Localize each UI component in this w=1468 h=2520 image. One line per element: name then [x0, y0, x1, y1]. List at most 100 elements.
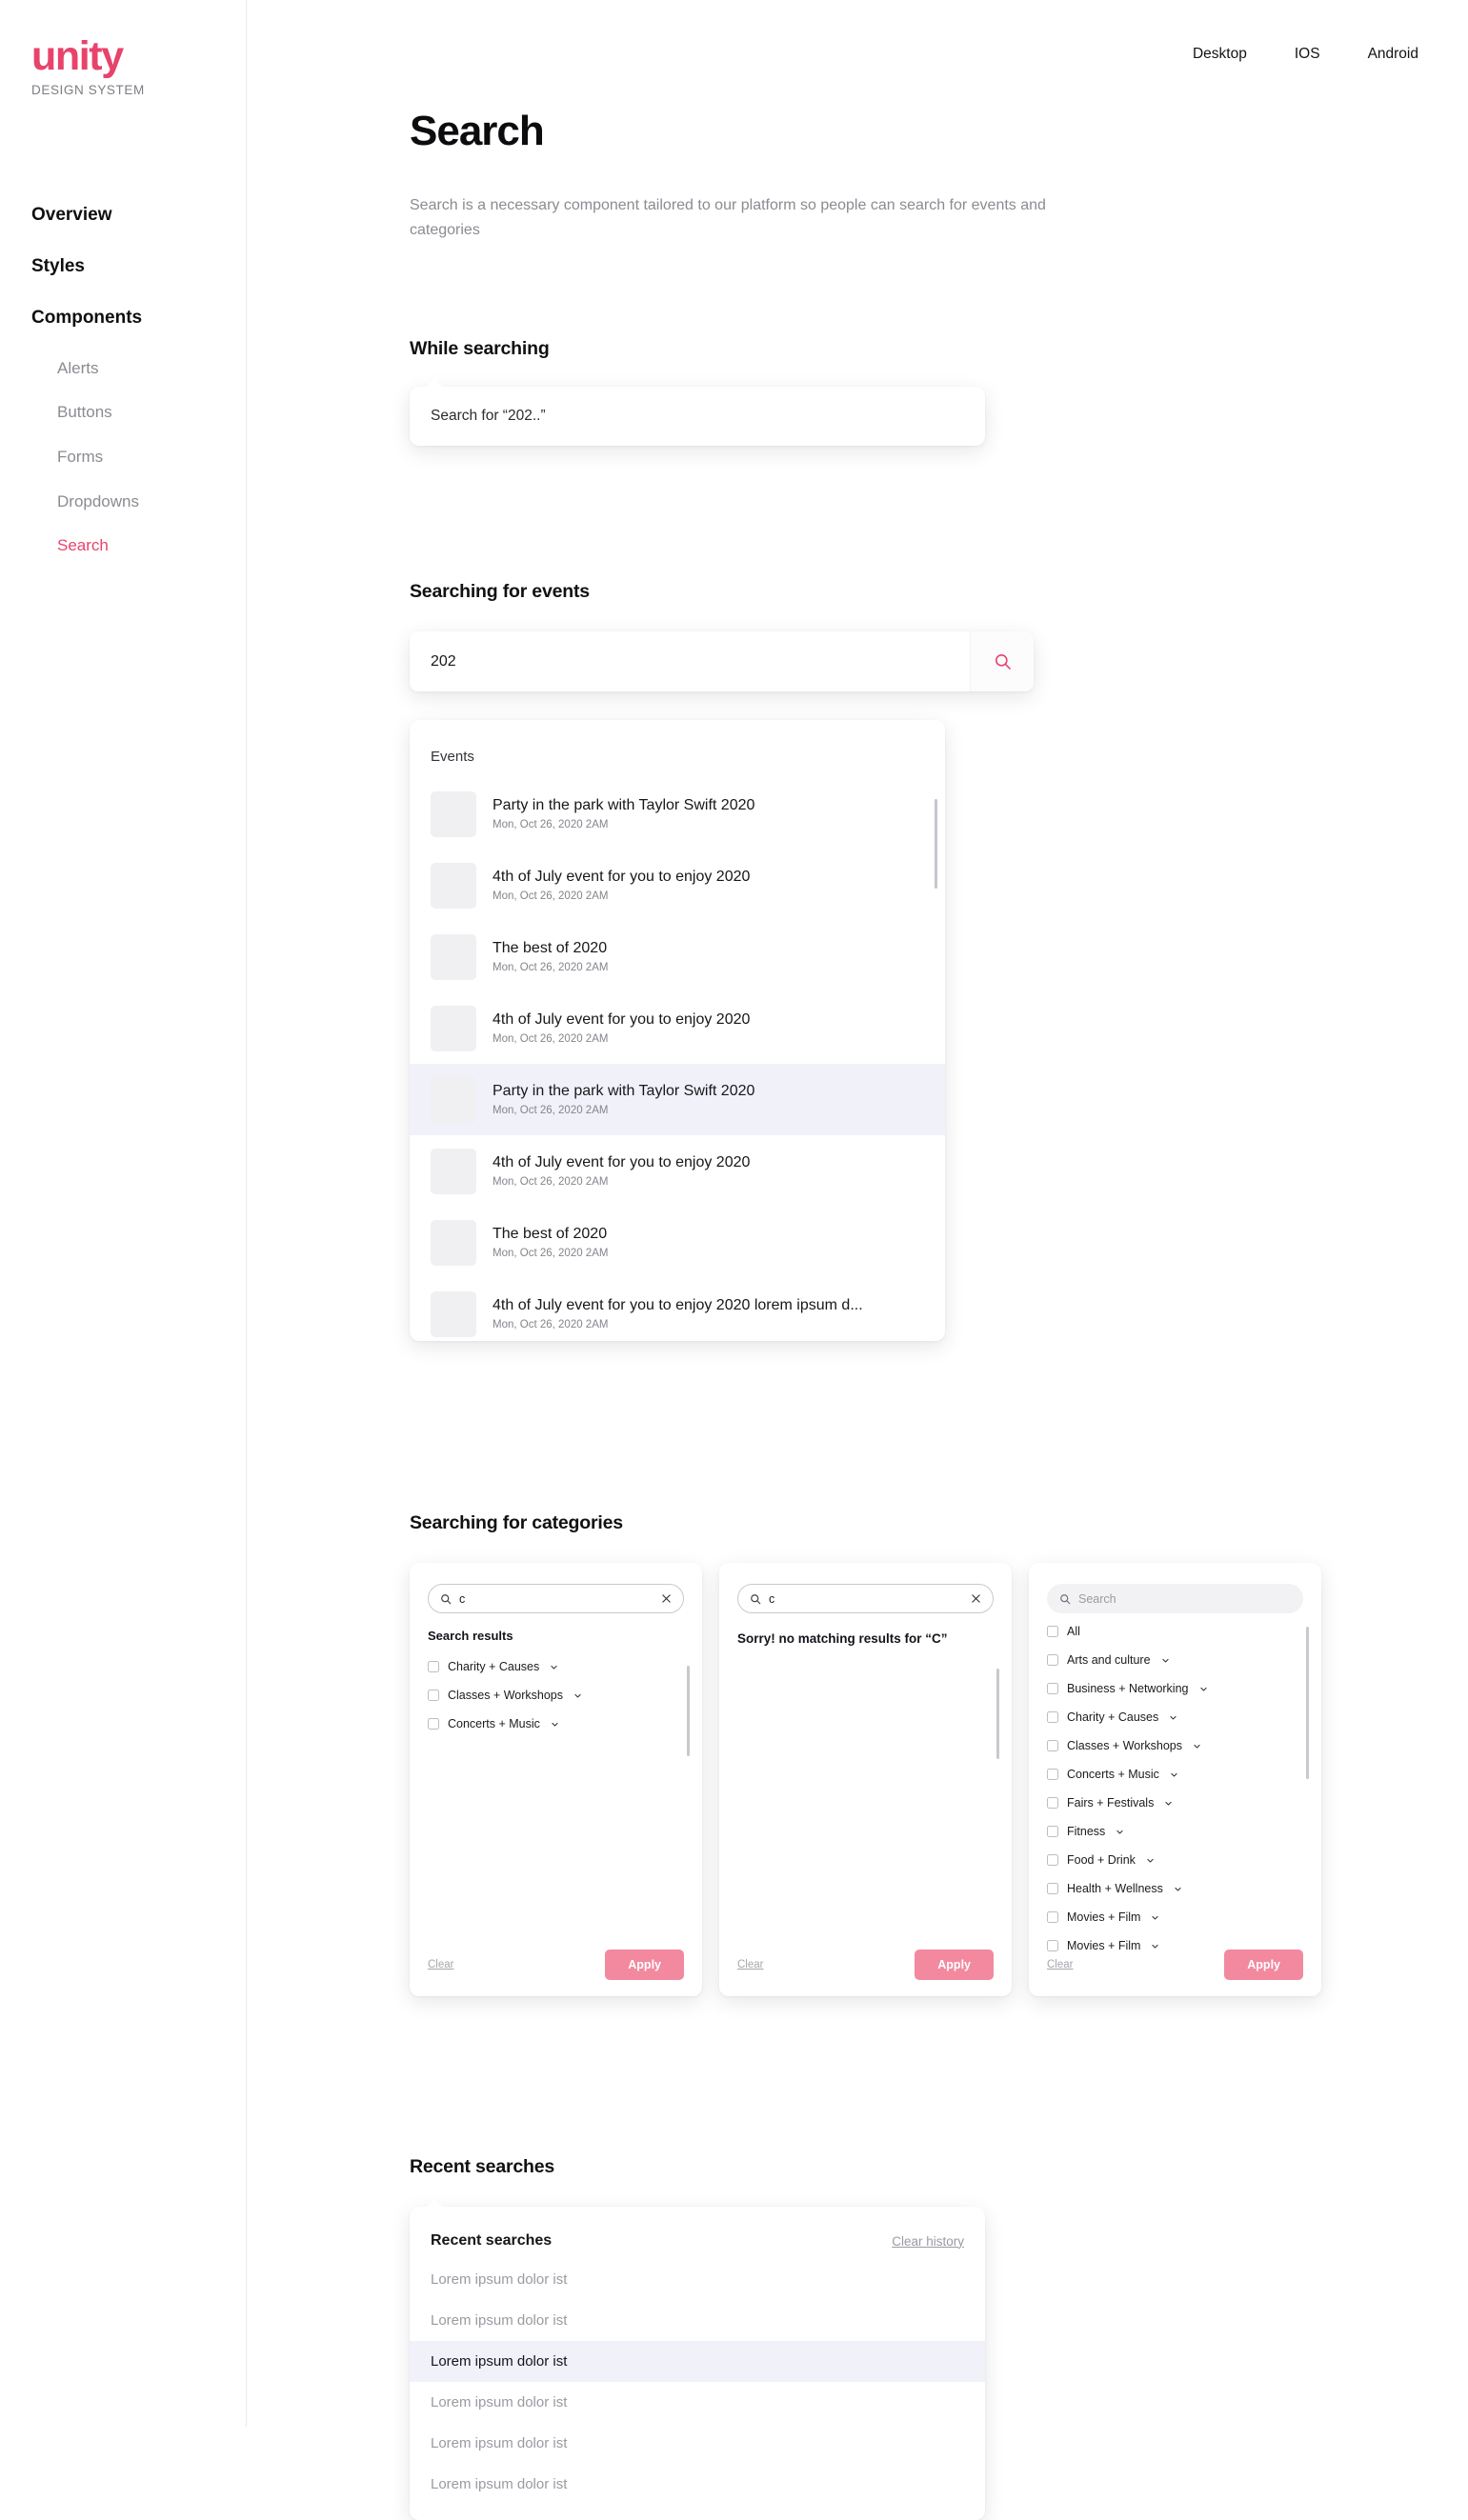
- event-title: Party in the park with Taylor Swift 2020: [493, 1083, 755, 1100]
- event-thumbnail: [431, 1005, 476, 1051]
- chevron-down-icon[interactable]: [1174, 1885, 1182, 1893]
- checkbox[interactable]: [1047, 1683, 1058, 1695]
- apply-button[interactable]: Apply: [915, 1950, 994, 1981]
- checkbox[interactable]: [1047, 1626, 1058, 1638]
- category-label: Business + Networking: [1067, 1682, 1189, 1696]
- chevron-down-icon[interactable]: [1116, 1828, 1124, 1836]
- list-item[interactable]: Business + Networking: [1047, 1674, 1303, 1703]
- checkbox[interactable]: [1047, 1911, 1058, 1924]
- list-item[interactable]: Fitness: [1047, 1817, 1303, 1846]
- category-search-input-2[interactable]: c: [737, 1584, 994, 1614]
- checkbox[interactable]: [428, 1690, 439, 1702]
- checkbox[interactable]: [1047, 1740, 1058, 1752]
- search-icon: [751, 1593, 761, 1605]
- chevron-down-icon[interactable]: [550, 1663, 558, 1671]
- while-searching-suggestion-card[interactable]: Search for “202..”: [410, 379, 985, 447]
- list-item[interactable]: Food + Drink: [1047, 1846, 1303, 1874]
- category-scrollbar-3[interactable]: [1306, 1627, 1309, 1780]
- list-item[interactable]: Lorem ipsum dolor ist: [410, 2341, 985, 2383]
- checkbox[interactable]: [428, 1661, 439, 1673]
- apply-button[interactable]: Apply: [605, 1950, 684, 1981]
- events-search-input[interactable]: 202: [410, 631, 970, 692]
- list-item[interactable]: Charity + Causes: [1047, 1703, 1303, 1731]
- list-item[interactable]: Lorem ipsum dolor ist: [410, 2300, 985, 2341]
- checkbox[interactable]: [1047, 1769, 1058, 1781]
- sidebar-item-components[interactable]: Components: [31, 308, 222, 329]
- apply-button[interactable]: Apply: [1224, 1950, 1303, 1981]
- clear-button[interactable]: Clear: [428, 1959, 453, 1970]
- sidebar-item-styles[interactable]: Styles: [31, 256, 222, 277]
- category-list-1: Charity + Causes Classes + Workshops Con…: [428, 1652, 690, 1996]
- list-item[interactable]: All: [1047, 1617, 1303, 1646]
- clear-input-button-1[interactable]: [661, 1593, 672, 1604]
- events-search-field[interactable]: 202: [410, 631, 1034, 692]
- list-item[interactable]: Classes + Workshops: [428, 1681, 684, 1710]
- list-item[interactable]: Lorem ipsum dolor ist: [410, 2423, 985, 2464]
- checkbox[interactable]: [1047, 1654, 1058, 1667]
- category-search-placeholder-3: Search: [1078, 1591, 1116, 1606]
- table-row[interactable]: The best of 2020 Mon, Oct 26, 2020 2AM: [410, 1207, 945, 1278]
- category-search-input-3[interactable]: Search: [1047, 1584, 1303, 1614]
- caret-icon: [426, 2199, 443, 2209]
- clear-input-button-2[interactable]: [971, 1593, 981, 1604]
- checkbox[interactable]: [1047, 1797, 1058, 1810]
- clear-history-button[interactable]: Clear history: [892, 2234, 964, 2249]
- event-title: The best of 2020: [493, 1226, 608, 1243]
- chevron-down-icon[interactable]: [1164, 1799, 1173, 1808]
- checkbox[interactable]: [1047, 1826, 1058, 1838]
- event-thumbnail: [431, 1148, 476, 1194]
- chevron-down-icon[interactable]: [1193, 1742, 1201, 1750]
- table-row[interactable]: 4th of July event for you to enjoy 2020 …: [410, 1135, 945, 1207]
- list-item[interactable]: Health + Wellness: [1047, 1874, 1303, 1903]
- brand-logo[interactable]: unity DESIGN SYSTEM: [31, 36, 145, 98]
- category-card-full-list: Search All Arts and culture Business + N…: [1029, 1563, 1321, 1997]
- list-item[interactable]: Concerts + Music: [1047, 1760, 1303, 1789]
- category-scrollbar-2[interactable]: [996, 1669, 999, 1760]
- list-item[interactable]: Movies + Film: [1047, 1903, 1303, 1931]
- sidebar-item-overview[interactable]: Overview: [31, 205, 222, 226]
- checkbox[interactable]: [428, 1718, 439, 1730]
- checkbox[interactable]: [1047, 1711, 1058, 1724]
- chevron-down-icon[interactable]: [551, 1720, 559, 1729]
- chevron-down-icon[interactable]: [1161, 1656, 1170, 1665]
- sidebar-item-buttons[interactable]: Buttons: [57, 404, 222, 422]
- chevron-down-icon[interactable]: [573, 1691, 582, 1700]
- list-item[interactable]: Arts and culture: [1047, 1646, 1303, 1674]
- list-item[interactable]: Classes + Workshops: [1047, 1731, 1303, 1760]
- list-item[interactable]: Lorem ipsum dolor ist: [410, 2259, 985, 2300]
- list-item[interactable]: Charity + Causes: [428, 1652, 684, 1681]
- category-card-empty: c Sorry! no matching results for “C” Cle…: [719, 1563, 1012, 1997]
- tab-android[interactable]: Android: [1368, 46, 1418, 63]
- list-item[interactable]: Concerts + Music: [428, 1710, 684, 1738]
- category-label: Classes + Workshops: [1067, 1739, 1182, 1753]
- table-row[interactable]: 4th of July event for you to enjoy 2020 …: [410, 1278, 945, 1341]
- clear-button[interactable]: Clear: [1047, 1959, 1073, 1970]
- sidebar-item-forms[interactable]: Forms: [57, 448, 222, 467]
- table-row[interactable]: Party in the park with Taylor Swift 2020…: [410, 778, 945, 850]
- chevron-down-icon[interactable]: [1151, 1913, 1159, 1922]
- sidebar-item-alerts[interactable]: Alerts: [57, 359, 222, 378]
- clear-button[interactable]: Clear: [737, 1959, 763, 1970]
- list-item[interactable]: Fairs + Festivals: [1047, 1789, 1303, 1817]
- category-scrollbar-1[interactable]: [687, 1666, 690, 1757]
- table-row[interactable]: 4th of July event for you to enjoy 2020 …: [410, 992, 945, 1064]
- checkbox[interactable]: [1047, 1854, 1058, 1867]
- sidebar-item-search[interactable]: Search: [57, 537, 222, 555]
- events-scrollbar[interactable]: [935, 799, 937, 890]
- checkbox[interactable]: [1047, 1883, 1058, 1895]
- chevron-down-icon[interactable]: [1170, 1770, 1178, 1779]
- category-footer-1: Clear Apply: [428, 1950, 684, 1981]
- sidebar-item-dropdowns[interactable]: Dropdowns: [57, 492, 222, 511]
- chevron-down-icon[interactable]: [1146, 1856, 1155, 1865]
- chevron-down-icon[interactable]: [1169, 1713, 1177, 1722]
- category-search-input-1[interactable]: c: [428, 1584, 684, 1614]
- chevron-down-icon[interactable]: [1199, 1685, 1208, 1693]
- list-item[interactable]: Lorem ipsum dolor ist: [410, 2382, 985, 2423]
- list-item[interactable]: Lorem ipsum dolor ist: [410, 2464, 985, 2505]
- table-row[interactable]: The best of 2020 Mon, Oct 26, 2020 2AM: [410, 921, 945, 992]
- caret-icon: [426, 379, 443, 389]
- events-search-button[interactable]: [970, 631, 1034, 692]
- event-date: Mon, Oct 26, 2020 2AM: [493, 1105, 609, 1117]
- table-row[interactable]: 4th of July event for you to enjoy 2020 …: [410, 850, 945, 921]
- table-row[interactable]: Party in the park with Taylor Swift 2020…: [410, 1064, 945, 1136]
